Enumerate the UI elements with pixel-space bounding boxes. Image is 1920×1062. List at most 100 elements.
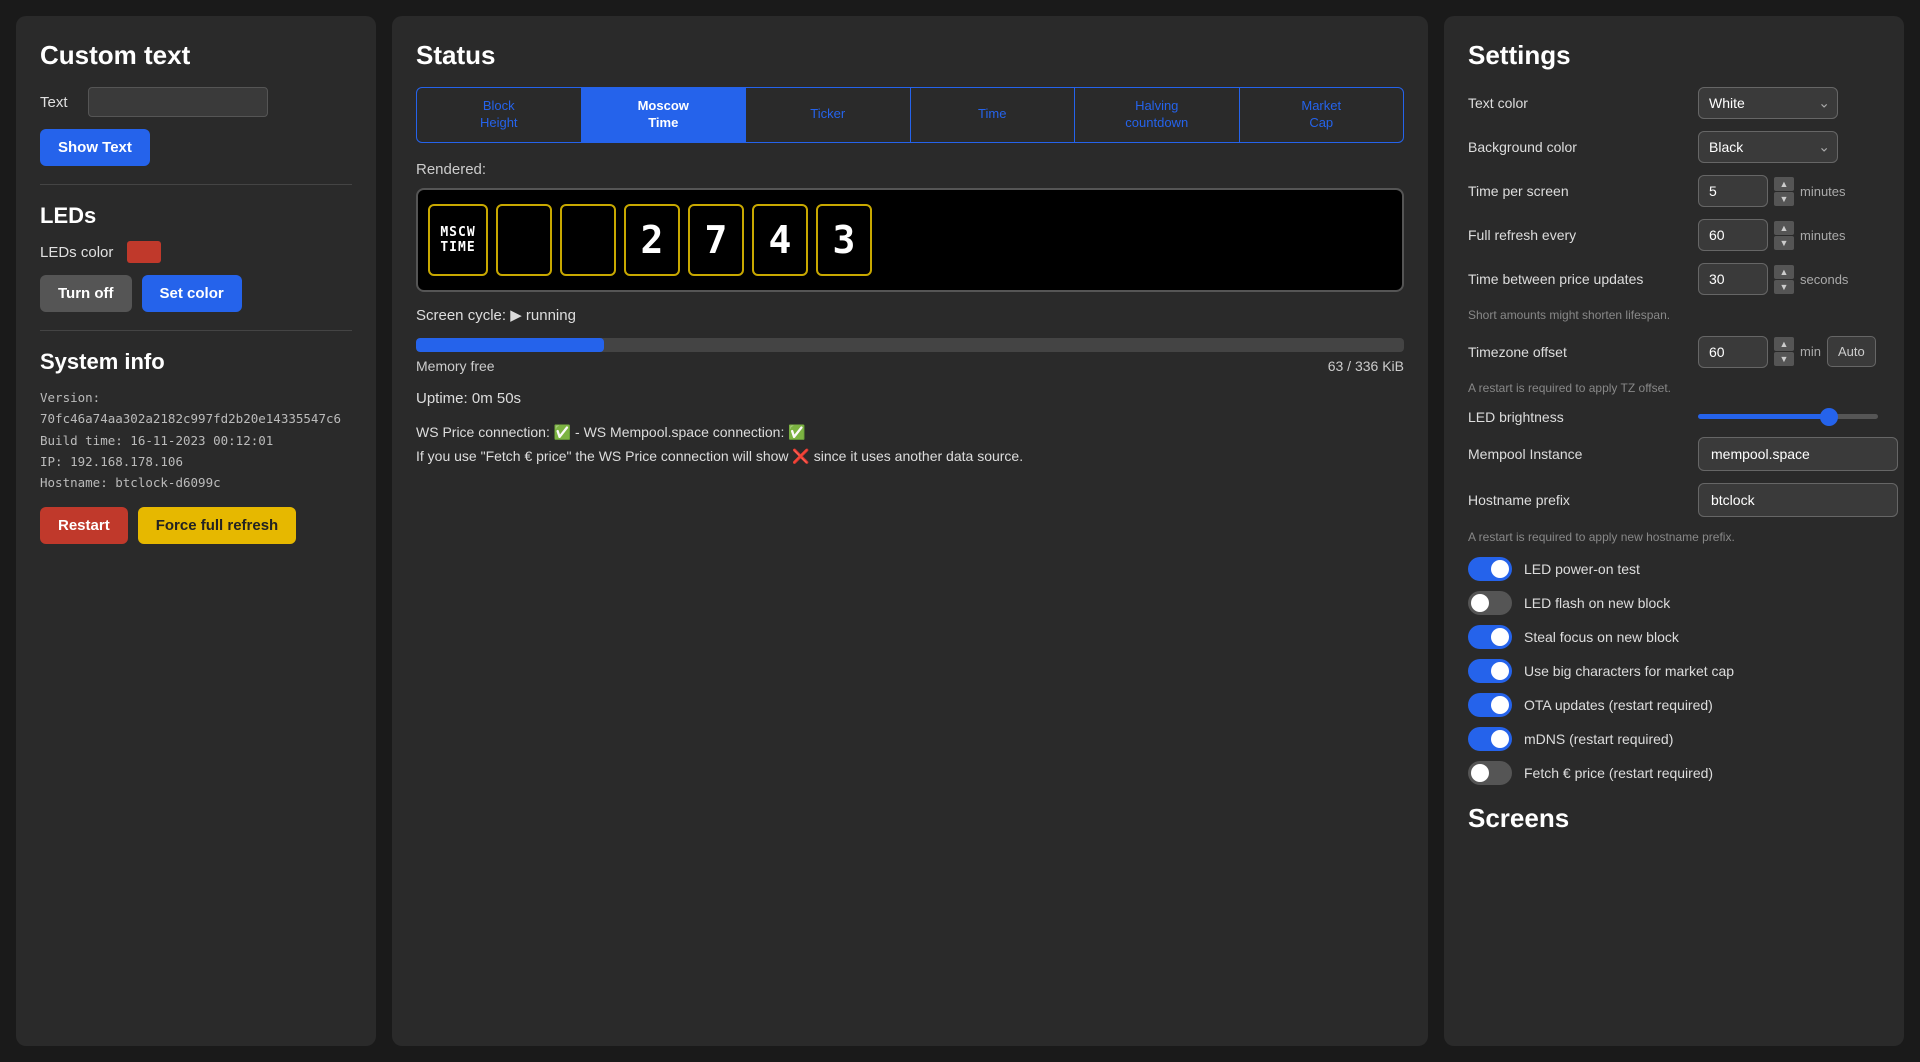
status-tabs: BlockHeight MoscowTime Ticker Time Halvi…	[416, 87, 1404, 143]
toggle-mdns-switch[interactable]	[1468, 727, 1512, 751]
settings-title: Settings	[1468, 40, 1880, 71]
toggle-euro-switch[interactable]	[1468, 761, 1512, 785]
leds-title: LEDs	[40, 203, 352, 229]
connection-line-1: WS Price connection: ✅ - WS Mempool.spac…	[416, 421, 1404, 445]
price-update-group: ▲ ▼ seconds	[1698, 263, 1848, 295]
price-update-row: Time between price updates ▲ ▼ seconds	[1468, 263, 1880, 295]
price-update-spin: ▲ ▼	[1774, 265, 1794, 294]
full-refresh-input[interactable]	[1698, 219, 1768, 251]
tz-input[interactable]	[1698, 336, 1768, 368]
tab-halving[interactable]: Halvingcountdown	[1075, 88, 1240, 142]
status-title: Status	[416, 40, 1404, 71]
tz-up[interactable]: ▲	[1774, 337, 1794, 351]
rendered-label: Rendered:	[416, 161, 1404, 178]
set-color-button[interactable]: Set color	[142, 275, 242, 312]
force-refresh-button[interactable]: Force full refresh	[138, 507, 297, 544]
text-color-label: Text color	[1468, 95, 1688, 111]
tz-row: Timezone offset ▲ ▼ min Auto	[1468, 336, 1880, 368]
toggle-mdns-label: mDNS (restart required)	[1524, 731, 1673, 747]
toggle-steal-focus-switch[interactable]	[1468, 625, 1512, 649]
full-refresh-group: ▲ ▼ minutes	[1698, 219, 1846, 251]
tab-block-height[interactable]: BlockHeight	[417, 88, 582, 142]
price-update-down[interactable]: ▼	[1774, 280, 1794, 294]
full-refresh-down[interactable]: ▼	[1774, 236, 1794, 250]
connection-text: WS Price connection: ✅ - WS Mempool.spac…	[416, 421, 1404, 469]
mempool-row: Mempool Instance	[1468, 437, 1880, 471]
memory-progress-bg	[416, 338, 1404, 352]
tz-group: ▲ ▼ min Auto	[1698, 336, 1876, 368]
text-color-select[interactable]: White Black	[1698, 87, 1838, 119]
screens-title: Screens	[1468, 803, 1880, 834]
price-update-label: Time between price updates	[1468, 271, 1688, 287]
hostname-row: Hostname prefix	[1468, 483, 1880, 517]
time-per-screen-input[interactable]	[1698, 175, 1768, 207]
tz-spin: ▲ ▼	[1774, 337, 1794, 366]
bg-color-select[interactable]: Black White	[1698, 131, 1838, 163]
full-refresh-label: Full refresh every	[1468, 227, 1688, 243]
led-color-swatch	[127, 241, 161, 263]
time-per-screen-spin: ▲ ▼	[1774, 177, 1794, 206]
tab-time[interactable]: Time	[911, 88, 1076, 142]
connection-line-2: If you use "Fetch € price" the WS Price …	[416, 445, 1404, 469]
full-refresh-spin: ▲ ▼	[1774, 221, 1794, 250]
tab-moscow-time[interactable]: MoscowTime	[582, 88, 747, 142]
bg-color-select-wrapper: Black White	[1698, 131, 1838, 163]
toggle-led-power: LED power-on test	[1468, 557, 1880, 581]
toggle-led-flash-label: LED flash on new block	[1524, 595, 1670, 611]
toggle-ota: OTA updates (restart required)	[1468, 693, 1880, 717]
digit-2: 2	[624, 204, 680, 276]
digit-4: 4	[752, 204, 808, 276]
digit-0	[496, 204, 552, 276]
full-refresh-up[interactable]: ▲	[1774, 221, 1794, 235]
screen-cycle: Screen cycle: ▶ running	[416, 306, 1404, 324]
toggle-led-power-label: LED power-on test	[1524, 561, 1640, 577]
hostname-input[interactable]	[1698, 483, 1898, 517]
price-update-up[interactable]: ▲	[1774, 265, 1794, 279]
toggles-section: LED power-on test LED flash on new block…	[1468, 557, 1880, 795]
memory-progress-fill	[416, 338, 604, 352]
toggle-led-power-switch[interactable]	[1468, 557, 1512, 581]
bg-color-label: Background color	[1468, 139, 1688, 155]
tz-hint: A restart is required to apply TZ offset…	[1468, 380, 1880, 397]
toggle-euro: Fetch € price (restart required)	[1468, 761, 1880, 785]
mempool-label: Mempool Instance	[1468, 446, 1688, 462]
digit-5: 3	[816, 204, 872, 276]
tab-market-cap[interactable]: MarketCap	[1240, 88, 1404, 142]
toggle-ota-label: OTA updates (restart required)	[1524, 697, 1713, 713]
tz-unit: min	[1800, 344, 1821, 359]
led-buttons: Turn off Set color	[40, 275, 352, 312]
system-info-section: System info Version: 70fc46a74aa302a2182…	[40, 349, 352, 544]
restart-button[interactable]: Restart	[40, 507, 128, 544]
system-buttons: Restart Force full refresh	[40, 507, 352, 544]
time-per-screen-up[interactable]: ▲	[1774, 177, 1794, 191]
memory-section: Memory free 63 / 336 KiB	[416, 338, 1404, 374]
time-per-screen-down[interactable]: ▼	[1774, 192, 1794, 206]
turn-off-button[interactable]: Turn off	[40, 275, 132, 312]
tz-down[interactable]: ▼	[1774, 352, 1794, 366]
memory-label: Memory free	[416, 358, 495, 374]
text-color-select-wrapper: White Black	[1698, 87, 1838, 119]
show-text-button[interactable]: Show Text	[40, 129, 150, 166]
text-field-row: Text	[40, 87, 352, 117]
time-per-screen-label: Time per screen	[1468, 183, 1688, 199]
mempool-input[interactable]	[1698, 437, 1898, 471]
digit-1	[560, 204, 616, 276]
toggle-led-flash: LED flash on new block	[1468, 591, 1880, 615]
time-per-screen-unit: minutes	[1800, 184, 1846, 199]
leds-color-label: LEDs color	[40, 244, 113, 261]
leds-section: LEDs LEDs color Turn off Set color	[40, 203, 352, 312]
toggle-steal-focus-label: Steal focus on new block	[1524, 629, 1679, 645]
price-update-hint: Short amounts might shorten lifespan.	[1468, 307, 1880, 324]
toggle-led-flash-switch[interactable]	[1468, 591, 1512, 615]
tz-auto-button[interactable]: Auto	[1827, 336, 1876, 367]
toggle-ota-switch[interactable]	[1468, 693, 1512, 717]
tab-ticker[interactable]: Ticker	[746, 88, 911, 142]
toggle-mdns: mDNS (restart required)	[1468, 727, 1880, 751]
text-field-label: Text	[40, 94, 76, 111]
divider-2	[40, 330, 352, 331]
custom-text-input[interactable]	[88, 87, 268, 117]
led-brightness-slider[interactable]	[1698, 414, 1878, 419]
toggle-big-chars: Use big characters for market cap	[1468, 659, 1880, 683]
toggle-big-chars-switch[interactable]	[1468, 659, 1512, 683]
price-update-input[interactable]	[1698, 263, 1768, 295]
